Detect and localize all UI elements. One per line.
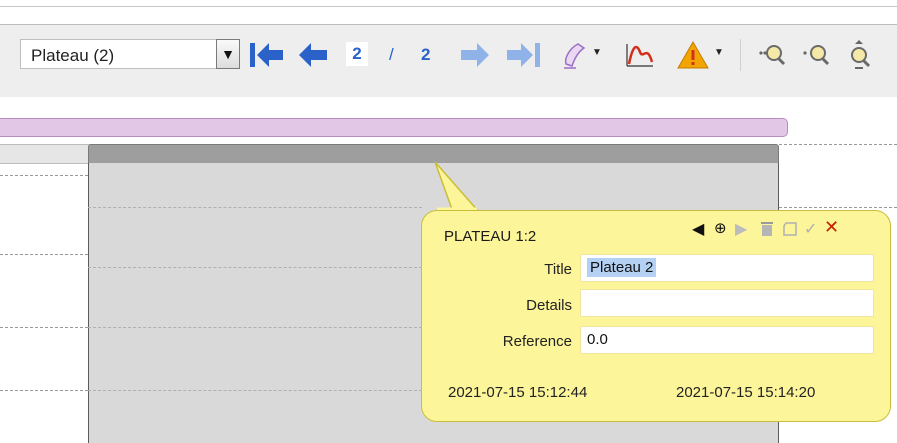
reference-label: Reference: [502, 333, 572, 350]
annotation-popup: PLATEAU 1:2 ◀ ⊕ ▶ ✓ ✕ Title Plateau 2 De…: [421, 210, 891, 422]
grid-line: [779, 207, 897, 208]
dropdown-arrow-button[interactable]: ▼: [216, 39, 240, 69]
page-current-input[interactable]: 2: [346, 42, 368, 66]
previous-icon[interactable]: [296, 38, 332, 72]
prev-icon[interactable]: ◀: [692, 219, 704, 239]
annotation-title: PLATEAU 1:2: [444, 228, 537, 245]
title-field[interactable]: Plateau 2: [580, 254, 874, 282]
grid-line: [0, 327, 88, 328]
next-icon[interactable]: ▶: [735, 219, 747, 239]
marker-icon[interactable]: [560, 38, 590, 72]
marker-dropdown-arrow[interactable]: ▼: [592, 47, 602, 58]
title-value: Plateau 2: [587, 258, 657, 277]
grid-line: [779, 144, 897, 145]
grid-line: [88, 327, 422, 328]
segment-dropdown[interactable]: Plateau (2) ▼: [20, 39, 240, 69]
details-label: Details: [526, 297, 572, 314]
grid-line: [0, 390, 88, 391]
page-total: 2: [421, 45, 431, 64]
warning-icon[interactable]: [675, 38, 711, 72]
close-icon[interactable]: ✕: [824, 217, 839, 238]
reference-field[interactable]: 0.0: [580, 326, 874, 354]
details-field[interactable]: [580, 289, 874, 317]
check-icon[interactable]: ✓: [804, 219, 817, 239]
title-label: Title: [544, 261, 572, 278]
copy-icon[interactable]: [782, 221, 800, 237]
grid-line: [0, 254, 88, 255]
toolbar: Plateau (2) ▼ 2 / 2 ▼ ▼: [0, 25, 897, 98]
first-page-icon[interactable]: [247, 38, 287, 72]
grid-line: [88, 390, 422, 391]
top-strip: [0, 0, 897, 25]
zoom-out-icon[interactable]: [800, 38, 834, 72]
callout-pointer: [434, 161, 481, 213]
toolbar-separator: [740, 39, 741, 71]
divider: [0, 6, 897, 7]
last-page-icon[interactable]: [503, 38, 543, 72]
grid-line: [88, 267, 422, 268]
next-icon[interactable]: [456, 38, 492, 72]
start-time: 2021-07-15 15:12:44: [448, 384, 588, 401]
warning-dropdown-arrow[interactable]: ▼: [714, 47, 724, 58]
trash-icon[interactable]: [760, 221, 774, 237]
zoom-fit-icon[interactable]: [845, 38, 879, 72]
previous-segment-header: [0, 144, 90, 164]
grid-line: [88, 207, 422, 208]
page-separator: /: [389, 45, 394, 64]
dropdown-value: Plateau (2): [31, 46, 115, 65]
segment-bar[interactable]: [0, 118, 788, 137]
curve-fit-icon[interactable]: [623, 38, 657, 72]
target-icon[interactable]: ⊕: [714, 219, 727, 237]
zoom-in-icon[interactable]: [756, 38, 790, 72]
grid-line: [0, 175, 88, 176]
end-time: 2021-07-15 15:14:20: [676, 384, 816, 401]
